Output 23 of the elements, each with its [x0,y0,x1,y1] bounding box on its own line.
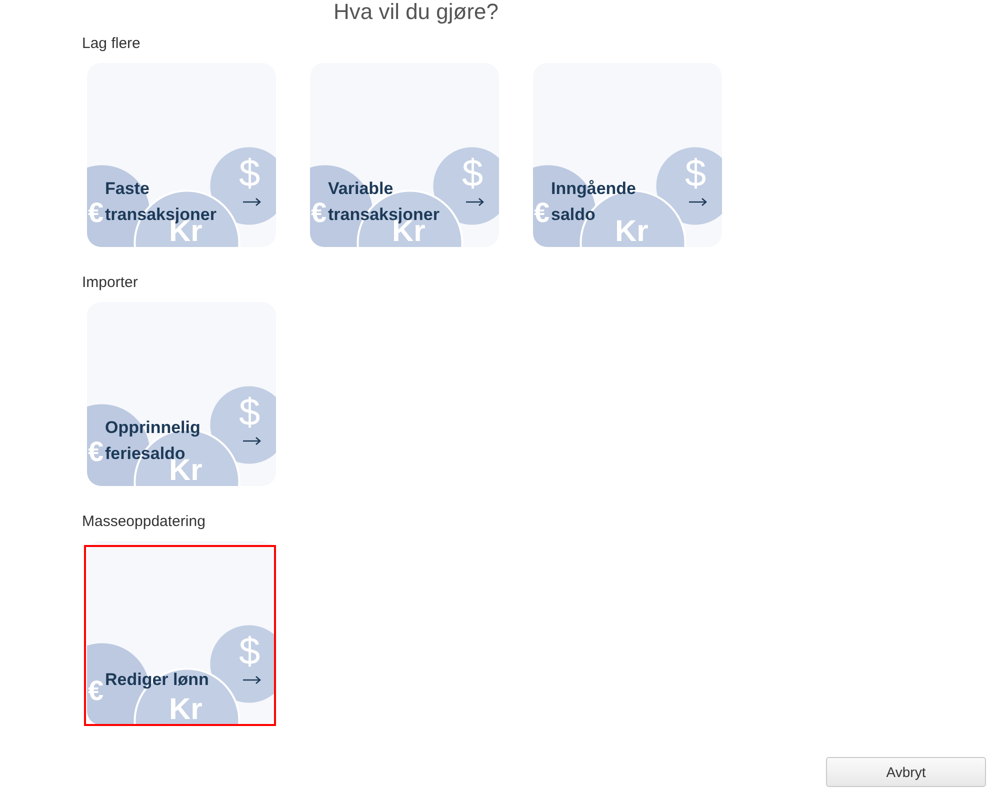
coin-symbol: € [88,677,104,705]
coin-symbol: $ [239,155,260,193]
section-label: Importer [82,273,138,293]
cancel-button[interactable]: Avbryt [826,757,986,787]
coin-symbol: € [88,199,104,227]
coin-symbol: € [311,199,327,227]
arrow-right-icon [243,197,261,207]
section-label: Masseoppdatering [82,512,206,532]
option-card[interactable]: $ Inngående saldo € Kr [533,63,722,247]
coin-symbol: $ [462,155,484,193]
coin-symbol: $ [685,155,706,193]
coin-symbol: € [88,438,104,466]
arrow-right-icon [689,197,707,207]
arrow-right-icon [243,675,261,685]
coin-symbol: $ [239,633,260,671]
arrow-right-icon [466,197,484,207]
section-label: Lag flere [82,34,140,54]
arrow-right-icon [243,436,261,446]
coin-symbol: $ [239,394,260,432]
coin-symbol: Kr [169,695,202,725]
coin-symbol: € [534,199,550,227]
page-title: Hva vil du gjøre? [332,0,500,24]
coin-symbol: Kr [615,217,648,247]
